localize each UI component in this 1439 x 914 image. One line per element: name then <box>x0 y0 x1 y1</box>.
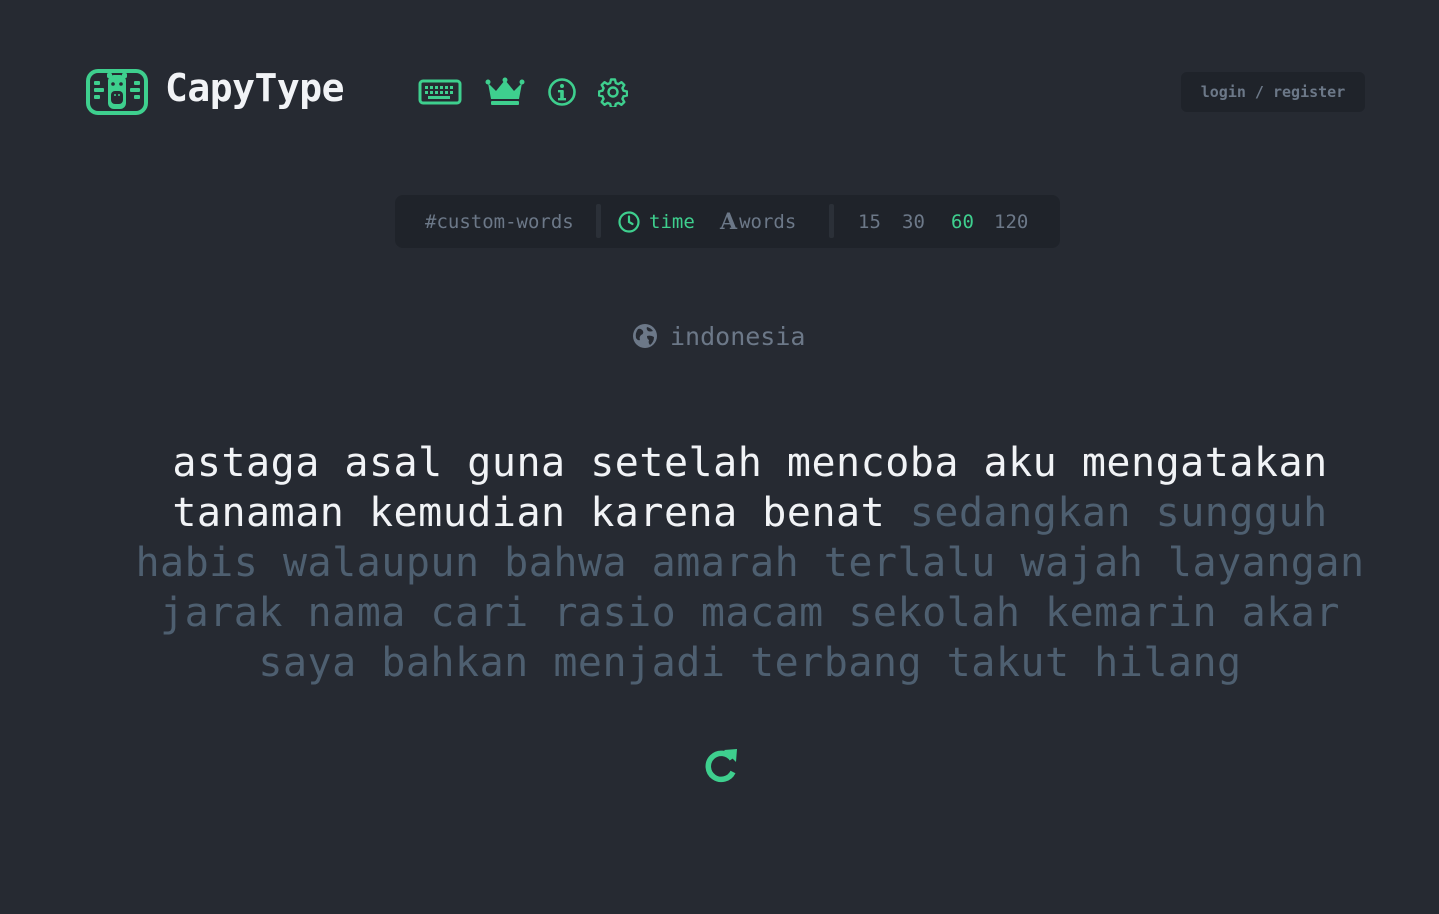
words-line: jarak nama cari rasio macam sekolah kema… <box>60 588 1439 638</box>
typed-words: tanaman kemudian karena benat <box>172 490 886 536</box>
mode-words-label: words <box>739 210 797 233</box>
config-divider <box>596 204 601 238</box>
untyped-words: habis walaupun bahwa amarah terlalu waja… <box>135 540 1365 586</box>
config-divider <box>829 204 834 238</box>
duration-15-button[interactable]: 15 <box>858 195 881 248</box>
words-line: tanaman kemudian karena benat sedangkan … <box>60 488 1439 538</box>
test-config-bar: #custom-words time A words 15 30 60 120 <box>395 195 1060 248</box>
duration-120-button[interactable]: 120 <box>994 195 1028 248</box>
mode-time-label: time <box>649 210 695 233</box>
login-register-button[interactable]: login / register <box>1181 72 1365 112</box>
duration-60-button[interactable]: 60 <box>951 195 974 248</box>
font-a-icon: A <box>720 208 738 235</box>
untyped-words: sedangkan sungguh <box>885 490 1328 536</box>
words-line: saya bahkan menjadi terbang takut hilang <box>60 638 1439 688</box>
restart-icon[interactable] <box>701 745 741 785</box>
untyped-words: jarak nama cari rasio macam sekolah kema… <box>160 590 1340 636</box>
language-selector[interactable]: indonesia <box>632 318 805 354</box>
duration-30-button[interactable]: 30 <box>902 195 925 248</box>
clock-icon <box>618 210 640 233</box>
custom-words-tag[interactable]: #custom-words <box>425 195 574 248</box>
keyboard-icon[interactable] <box>416 74 464 110</box>
typing-words-area[interactable]: astaga asal guna setelah mencoba aku men… <box>60 438 1439 688</box>
top-header: CapyType login / register <box>0 0 1439 180</box>
globe-icon <box>633 324 657 348</box>
language-label: indonesia <box>670 321 806 351</box>
typed-words: astaga asal guna setelah mencoba aku men… <box>172 440 1328 486</box>
mode-words-button[interactable]: A words <box>720 195 796 248</box>
mode-time-button[interactable]: time <box>617 195 695 248</box>
crown-icon[interactable] <box>483 74 527 110</box>
words-line: habis walaupun bahwa amarah terlalu waja… <box>60 538 1439 588</box>
untyped-words: saya bahkan menjadi terbang takut hilang <box>258 640 1242 686</box>
words-line: astaga asal guna setelah mencoba aku men… <box>60 438 1439 488</box>
capybara-logo-icon[interactable] <box>84 67 150 117</box>
info-icon[interactable] <box>545 74 579 110</box>
brand-title[interactable]: CapyType <box>165 62 345 114</box>
settings-icon[interactable] <box>596 74 630 110</box>
